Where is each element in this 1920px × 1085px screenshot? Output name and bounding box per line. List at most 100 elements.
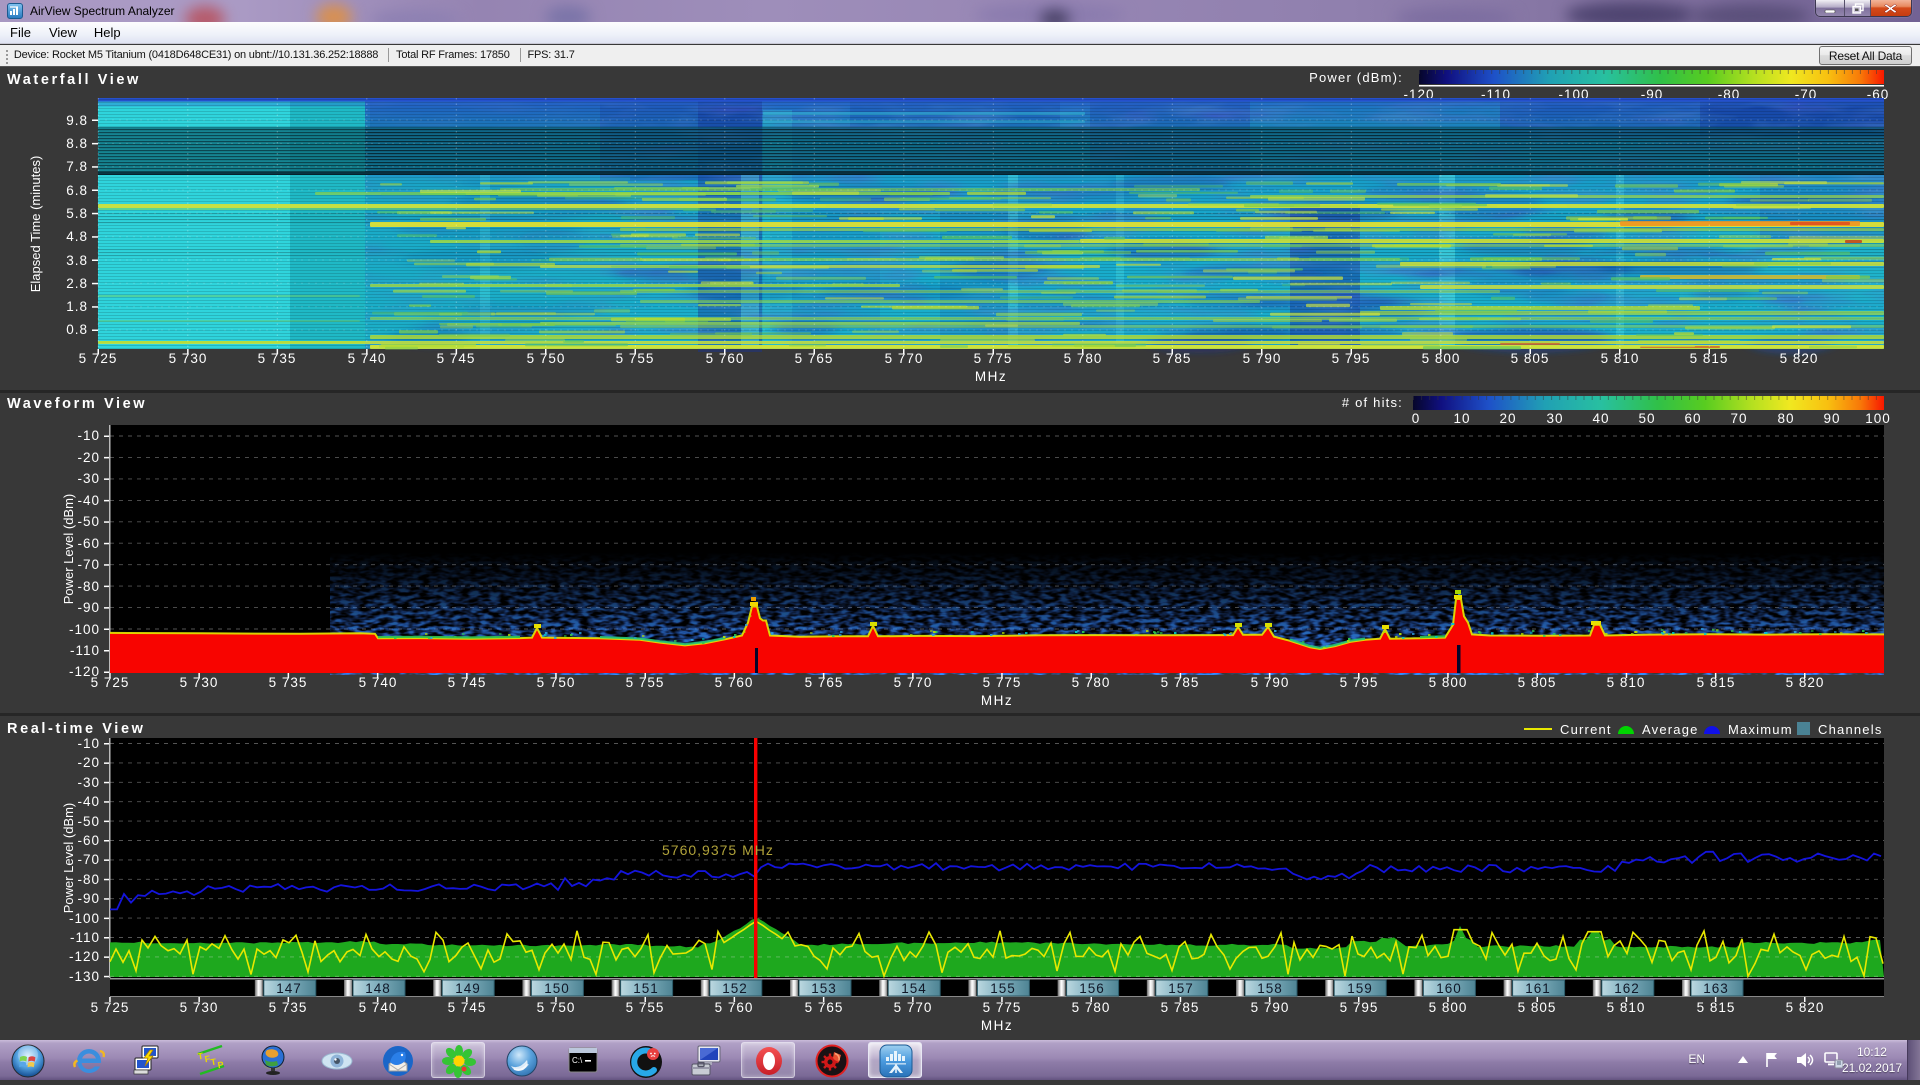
- svg-text:5 750: 5 750: [537, 675, 576, 690]
- svg-text:-120: -120: [69, 949, 100, 964]
- svg-text:5 745: 5 745: [448, 1000, 487, 1015]
- svg-text:5.8: 5.8: [66, 206, 88, 221]
- svg-text:-80: -80: [77, 579, 100, 594]
- svg-text:-90: -90: [77, 891, 100, 906]
- svg-text:-60: -60: [77, 536, 100, 551]
- svg-text:5 735: 5 735: [269, 675, 308, 690]
- svg-text:MHz: MHz: [975, 369, 1007, 384]
- svg-text:150: 150: [544, 981, 570, 996]
- svg-text:5 775: 5 775: [983, 675, 1022, 690]
- svg-text:156: 156: [1079, 981, 1105, 996]
- svg-text:5 785: 5 785: [1161, 1000, 1200, 1015]
- svg-text:Power (dBm):: Power (dBm):: [1309, 70, 1403, 85]
- svg-text:-20: -20: [77, 450, 100, 465]
- svg-text:155: 155: [990, 981, 1016, 996]
- svg-text:Maximum: Maximum: [1728, 722, 1793, 737]
- svg-text:154: 154: [901, 981, 927, 996]
- svg-text:5 820: 5 820: [1786, 675, 1825, 690]
- svg-text:50: 50: [1638, 411, 1655, 426]
- svg-text:Waveform View: Waveform View: [7, 396, 147, 412]
- svg-text:5 725: 5 725: [91, 675, 130, 690]
- svg-text:40: 40: [1592, 411, 1609, 426]
- svg-text:Elapsed Time (minutes): Elapsed Time (minutes): [28, 156, 43, 293]
- svg-text:5 755: 5 755: [626, 675, 665, 690]
- svg-text:-100: -100: [69, 622, 100, 637]
- svg-text:162: 162: [1614, 981, 1640, 996]
- svg-text:-30: -30: [77, 775, 100, 790]
- svg-text:5 790: 5 790: [1251, 1000, 1290, 1015]
- svg-text:153: 153: [811, 981, 837, 996]
- svg-text:5 795: 5 795: [1332, 351, 1371, 366]
- svg-text:-130: -130: [69, 969, 100, 984]
- svg-text:-40: -40: [77, 794, 100, 809]
- svg-text:5 780: 5 780: [1072, 675, 1111, 690]
- svg-text:Waterfall View: Waterfall View: [7, 72, 141, 88]
- svg-text:90: 90: [1823, 411, 1840, 426]
- svg-text:-70: -70: [77, 557, 100, 572]
- svg-text:20: 20: [1499, 411, 1516, 426]
- svg-text:-100: -100: [69, 911, 100, 926]
- svg-text:7.8: 7.8: [66, 159, 88, 174]
- svg-text:5 770: 5 770: [894, 675, 933, 690]
- svg-text:5 750: 5 750: [537, 1000, 576, 1015]
- svg-text:10: 10: [1453, 411, 1470, 426]
- svg-text:9.8: 9.8: [66, 113, 88, 128]
- svg-text:151: 151: [633, 981, 659, 996]
- svg-text:5 745: 5 745: [437, 351, 476, 366]
- svg-text:5 810: 5 810: [1607, 675, 1646, 690]
- svg-text:5 815: 5 815: [1697, 1000, 1736, 1015]
- svg-text:60: 60: [1684, 411, 1701, 426]
- svg-text:149: 149: [455, 981, 481, 996]
- svg-text:5 790: 5 790: [1251, 675, 1290, 690]
- svg-text:147: 147: [276, 981, 302, 996]
- svg-text:3.8: 3.8: [66, 253, 88, 268]
- svg-text:5 730: 5 730: [169, 351, 208, 366]
- svg-text:-10: -10: [77, 736, 100, 751]
- svg-text:159: 159: [1347, 981, 1373, 996]
- svg-text:0: 0: [1412, 411, 1421, 426]
- svg-text:5 740: 5 740: [348, 351, 387, 366]
- svg-text:0.8: 0.8: [66, 322, 88, 337]
- svg-text:5 755: 5 755: [626, 1000, 665, 1015]
- svg-text:5 800: 5 800: [1422, 351, 1461, 366]
- svg-text:5 820: 5 820: [1786, 1000, 1825, 1015]
- svg-text:5 760: 5 760: [706, 351, 745, 366]
- svg-text:5 760: 5 760: [715, 675, 754, 690]
- svg-text:5 745: 5 745: [448, 675, 487, 690]
- svg-text:5 805: 5 805: [1511, 351, 1550, 366]
- svg-text:5 810: 5 810: [1601, 351, 1640, 366]
- svg-text:5 755: 5 755: [616, 351, 655, 366]
- svg-text:1.8: 1.8: [66, 299, 88, 314]
- svg-text:5 765: 5 765: [795, 351, 834, 366]
- svg-text:5 785: 5 785: [1161, 675, 1200, 690]
- svg-text:5760,9375 MHz: 5760,9375 MHz: [662, 842, 774, 858]
- svg-text:5 810: 5 810: [1607, 1000, 1646, 1015]
- svg-text:-90: -90: [77, 600, 100, 615]
- svg-text:-110: -110: [70, 930, 100, 945]
- svg-text:5 780: 5 780: [1072, 1000, 1111, 1015]
- svg-text:152: 152: [722, 981, 748, 996]
- svg-text:-50: -50: [77, 814, 100, 829]
- svg-text:Channels: Channels: [1818, 722, 1883, 737]
- svg-text:5 770: 5 770: [894, 1000, 933, 1015]
- svg-text:5 805: 5 805: [1518, 1000, 1557, 1015]
- svg-text:-110: -110: [70, 643, 100, 658]
- svg-text:6.8: 6.8: [66, 183, 88, 198]
- svg-text:5 775: 5 775: [983, 1000, 1022, 1015]
- svg-text:5 740: 5 740: [359, 675, 398, 690]
- svg-text:2.8: 2.8: [66, 276, 88, 291]
- svg-text:5 795: 5 795: [1340, 675, 1379, 690]
- svg-text:8.8: 8.8: [66, 136, 88, 151]
- svg-text:158: 158: [1257, 981, 1283, 996]
- svg-text:5 770: 5 770: [885, 351, 924, 366]
- svg-text:Real-time View: Real-time View: [7, 721, 145, 737]
- svg-text:5 800: 5 800: [1429, 675, 1468, 690]
- svg-text:5 805: 5 805: [1518, 675, 1557, 690]
- svg-text:5 735: 5 735: [269, 1000, 308, 1015]
- svg-text:5 730: 5 730: [180, 1000, 219, 1015]
- svg-text:5 765: 5 765: [805, 675, 844, 690]
- svg-text:5 815: 5 815: [1697, 675, 1736, 690]
- svg-text:Average: Average: [1642, 722, 1699, 737]
- svg-text:5 785: 5 785: [1153, 351, 1192, 366]
- svg-text:-30: -30: [77, 471, 100, 486]
